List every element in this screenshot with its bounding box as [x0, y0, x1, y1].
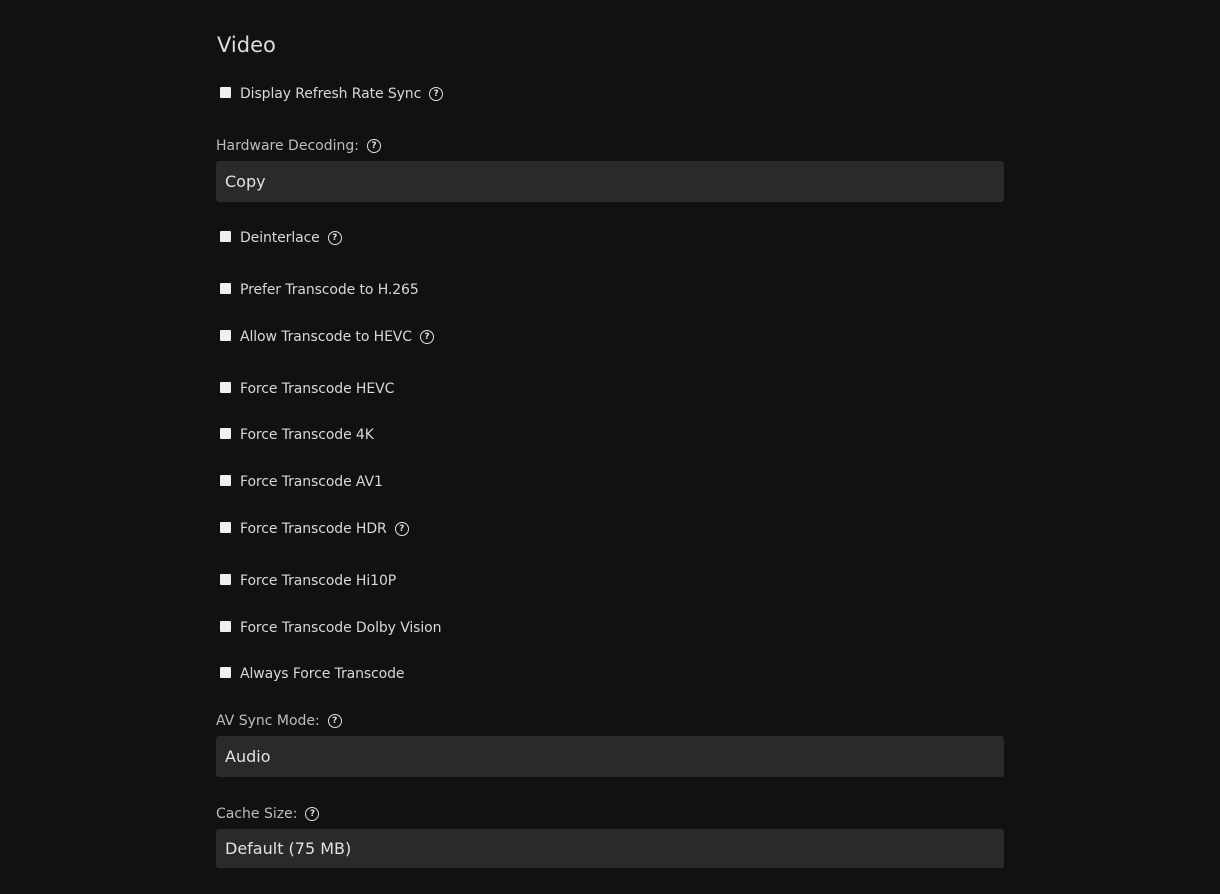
- allow-transcode-hevc-checkbox[interactable]: [220, 329, 231, 341]
- hardware-decoding-select[interactable]: Copy: [216, 161, 1004, 202]
- option-force-transcode-hi10p[interactable]: Force Transcode Hi10P: [220, 571, 396, 591]
- force-transcode-av1-label: Force Transcode AV1: [240, 474, 383, 490]
- av-sync-mode-select[interactable]: Audio: [216, 736, 1004, 777]
- force-transcode-dolby-vision-label: Force Transcode Dolby Vision: [240, 620, 442, 636]
- force-transcode-hi10p-checkbox[interactable]: [220, 573, 231, 585]
- option-force-transcode-av1[interactable]: Force Transcode AV1: [220, 472, 383, 492]
- option-deinterlace[interactable]: Deinterlace ?: [220, 228, 342, 248]
- av-sync-mode-field-label: AV Sync Mode: ?: [216, 711, 342, 731]
- help-icon[interactable]: ?: [429, 87, 444, 101]
- av-sync-mode-value: Audio: [225, 747, 271, 766]
- option-always-force-transcode[interactable]: Always Force Transcode: [220, 664, 405, 684]
- prefer-transcode-h265-checkbox[interactable]: [220, 282, 231, 294]
- hardware-decoding-value: Copy: [225, 172, 266, 191]
- cache-size-value: Default (75 MB): [225, 839, 352, 858]
- cache-size-select[interactable]: Default (75 MB): [216, 829, 1004, 868]
- help-icon[interactable]: ?: [394, 522, 409, 536]
- display-refresh-rate-sync-label: Display Refresh Rate Sync: [240, 86, 422, 102]
- av-sync-mode-label: AV Sync Mode:: [216, 713, 320, 729]
- force-transcode-hdr-checkbox[interactable]: [220, 521, 231, 533]
- option-force-transcode-dolby-vision[interactable]: Force Transcode Dolby Vision: [220, 618, 441, 638]
- force-transcode-hdr-label: Force Transcode HDR: [240, 521, 387, 537]
- hardware-decoding-label: Hardware Decoding:: [216, 138, 359, 154]
- help-icon[interactable]: ?: [366, 139, 381, 153]
- help-icon[interactable]: ?: [327, 714, 342, 728]
- force-transcode-dolby-vision-checkbox[interactable]: [220, 620, 231, 632]
- force-transcode-av1-checkbox[interactable]: [220, 474, 231, 486]
- allow-transcode-hevc-label: Allow Transcode to HEVC: [240, 329, 412, 345]
- help-icon[interactable]: ?: [305, 807, 320, 821]
- display-refresh-rate-sync-checkbox[interactable]: [220, 86, 231, 98]
- cache-size-label: Cache Size:: [216, 806, 298, 822]
- cache-size-field-label: Cache Size: ?: [216, 804, 320, 824]
- option-allow-transcode-hevc[interactable]: Allow Transcode to HEVC ?: [220, 327, 434, 347]
- option-force-transcode-hdr[interactable]: Force Transcode HDR ?: [220, 519, 409, 539]
- force-transcode-4k-checkbox[interactable]: [220, 427, 231, 439]
- always-force-transcode-label: Always Force Transcode: [240, 666, 405, 682]
- section-title-video: Video: [217, 33, 276, 57]
- deinterlace-checkbox[interactable]: [220, 230, 231, 242]
- force-transcode-4k-label: Force Transcode 4K: [240, 427, 374, 443]
- force-transcode-hevc-label: Force Transcode HEVC: [240, 381, 395, 397]
- option-force-transcode-4k[interactable]: Force Transcode 4K: [220, 425, 374, 445]
- always-force-transcode-checkbox[interactable]: [220, 666, 231, 678]
- option-display-refresh-rate-sync[interactable]: Display Refresh Rate Sync ?: [220, 84, 444, 104]
- hardware-decoding-field-label: Hardware Decoding: ?: [216, 136, 381, 156]
- prefer-transcode-h265-label: Prefer Transcode to H.265: [240, 282, 419, 298]
- force-transcode-hevc-checkbox[interactable]: [220, 381, 231, 393]
- help-icon[interactable]: ?: [419, 330, 434, 344]
- force-transcode-hi10p-label: Force Transcode Hi10P: [240, 573, 397, 589]
- option-prefer-transcode-h265[interactable]: Prefer Transcode to H.265: [220, 280, 419, 300]
- help-icon[interactable]: ?: [327, 231, 342, 245]
- deinterlace-label: Deinterlace: [240, 230, 320, 246]
- option-force-transcode-hevc[interactable]: Force Transcode HEVC: [220, 379, 394, 399]
